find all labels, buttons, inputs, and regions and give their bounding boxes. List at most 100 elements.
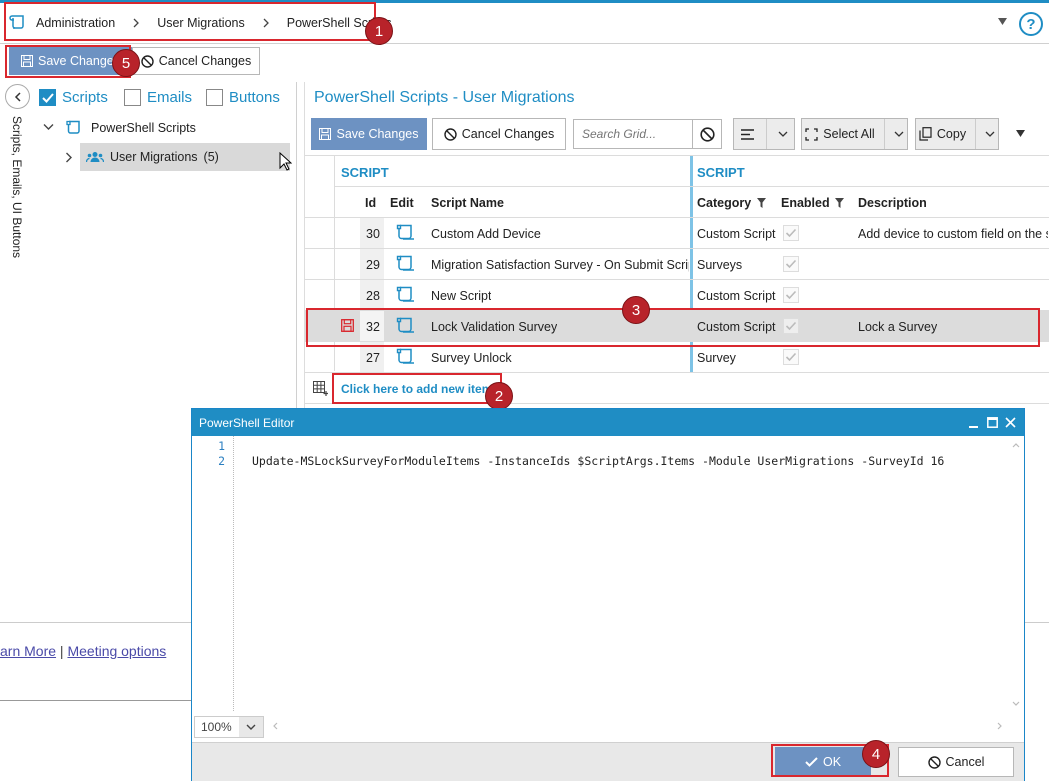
chevron-down-icon xyxy=(894,131,904,137)
column-header-category[interactable]: Category xyxy=(697,196,751,210)
column-header-enabled[interactable]: Enabled xyxy=(781,196,830,210)
dialog-cancel-button[interactable]: Cancel xyxy=(898,747,1014,777)
divider xyxy=(305,248,1049,249)
code-editor[interactable]: Update-MSLockSurveyForModuleItems -Insta… xyxy=(235,436,1008,711)
checkbox-checked-icon xyxy=(39,89,56,106)
row-script-name: New Script xyxy=(431,289,492,303)
filter-buttons-label: Buttons xyxy=(229,89,280,106)
column-header-id[interactable]: Id xyxy=(365,196,376,210)
horizontal-scrollbar[interactable] xyxy=(268,716,1008,736)
divider xyxy=(334,186,1049,187)
row-script-name: Survey Unlock xyxy=(431,351,512,365)
vertical-panel-label: Scripts, Emails, UI Buttons xyxy=(10,116,24,259)
row-script-name: Custom Add Device xyxy=(431,227,541,241)
enabled-checkbox[interactable] xyxy=(783,256,799,272)
row-category: Survey xyxy=(697,351,736,365)
grid-save-changes-button[interactable]: Save Changes xyxy=(311,118,427,150)
enabled-checkbox[interactable] xyxy=(783,349,799,365)
align-dropdown-button[interactable] xyxy=(733,118,795,150)
code-line: Update-MSLockSurveyForModuleItems -Insta… xyxy=(252,454,945,468)
more-options-icon[interactable] xyxy=(1016,130,1025,137)
line-number: 1 xyxy=(218,439,225,453)
line-number-gutter: 1 2 xyxy=(192,436,234,711)
row-category: Custom Script xyxy=(697,289,776,303)
annotation-badge-3: 3 xyxy=(622,296,650,324)
chevron-down-icon[interactable] xyxy=(43,123,54,131)
scroll-up-icon xyxy=(1012,443,1020,448)
filter-scripts[interactable]: Scripts xyxy=(39,89,108,106)
edit-script-icon[interactable] xyxy=(396,286,416,303)
filter-icon[interactable] xyxy=(757,198,766,208)
column-header-edit[interactable]: Edit xyxy=(390,196,414,210)
annotation-badge-1: 1 xyxy=(365,17,393,45)
chevron-down-icon xyxy=(239,717,263,737)
cancel-icon xyxy=(699,126,715,142)
edit-script-icon[interactable] xyxy=(396,348,416,365)
dropdown-arrow-icon[interactable] xyxy=(998,18,1007,25)
copy-button[interactable]: Copy xyxy=(915,118,999,150)
edit-script-icon[interactable] xyxy=(396,224,416,241)
select-all-icon xyxy=(805,127,818,141)
cancel-changes-button[interactable]: Cancel Changes xyxy=(132,47,260,75)
dialog-footer: OK Cancel xyxy=(192,742,1024,781)
column-header-description[interactable]: Description xyxy=(858,196,927,210)
grid-title: PowerShell Scripts - User Migrations xyxy=(314,89,575,106)
grid-cancel-changes-button[interactable]: Cancel Changes xyxy=(432,118,566,150)
column-header-script-name[interactable]: Script Name xyxy=(431,196,504,210)
divider xyxy=(1025,622,1049,623)
dialog-title-bar: PowerShell Editor xyxy=(192,409,1024,436)
meeting-options-link[interactable]: Meeting options xyxy=(67,643,166,659)
checkbox-icon xyxy=(124,89,141,106)
clear-search-button[interactable] xyxy=(692,119,722,149)
cancel-icon xyxy=(927,755,941,769)
edit-script-icon[interactable] xyxy=(396,255,416,272)
enabled-checkbox[interactable] xyxy=(783,225,799,241)
row-id: 30 xyxy=(366,227,380,241)
row-id: 28 xyxy=(366,289,380,303)
row-category: Surveys xyxy=(697,258,743,272)
enabled-checkbox[interactable] xyxy=(783,287,799,303)
chevron-right-icon[interactable] xyxy=(65,152,73,163)
filter-emails[interactable]: Emails xyxy=(124,89,192,106)
search-grid-input[interactable] xyxy=(573,119,693,149)
tree-item-powershell-scripts[interactable]: PowerShell Scripts xyxy=(66,120,196,135)
close-icon[interactable] xyxy=(1005,417,1016,428)
divider xyxy=(0,622,191,623)
filter-icon[interactable] xyxy=(835,198,844,208)
annotation-badge-5: 5 xyxy=(112,49,140,77)
select-all-button[interactable]: Select All xyxy=(801,118,908,150)
scroll-icon xyxy=(66,120,80,134)
tree-item-user-migrations[interactable]: User Migrations (5) xyxy=(80,143,290,171)
copy-icon xyxy=(919,127,932,141)
minimize-icon[interactable] xyxy=(968,418,979,429)
tree-child-label: User Migrations xyxy=(110,150,198,164)
link-separator: | xyxy=(59,643,64,659)
learn-more-link[interactable]: arn More xyxy=(0,643,56,659)
row-id: 27 xyxy=(366,351,380,365)
zoom-select[interactable]: 100% xyxy=(194,716,264,738)
vertical-scrollbar[interactable] xyxy=(1008,436,1024,711)
divider xyxy=(305,155,1049,156)
grid-cancel-label: Cancel Changes xyxy=(461,127,555,141)
filter-buttons[interactable]: Buttons xyxy=(206,89,280,106)
zoom-value: 100% xyxy=(201,720,232,734)
divider xyxy=(0,700,191,701)
scroll-right-icon xyxy=(997,722,1002,730)
cancel-icon xyxy=(444,127,457,141)
group-header-script: SCRIPT xyxy=(341,165,389,180)
help-icon[interactable]: ? xyxy=(1019,12,1043,36)
meeting-links: arn More | Meeting options xyxy=(0,643,166,659)
select-all-label: Select All xyxy=(823,127,875,141)
dialog-cancel-label: Cancel xyxy=(945,755,985,769)
scroll-left-icon xyxy=(273,722,278,730)
collapse-panel-button[interactable] xyxy=(5,84,30,109)
filter-emails-label: Emails xyxy=(147,89,193,106)
tree-root-label: PowerShell Scripts xyxy=(91,120,196,135)
annotation-badge-4: 4 xyxy=(862,740,890,768)
annotation-box-3 xyxy=(306,308,1040,347)
chevron-left-icon xyxy=(14,91,21,102)
dialog-title: PowerShell Editor xyxy=(199,416,295,430)
users-icon xyxy=(86,152,104,163)
powershell-editor-dialog: PowerShell Editor 1 2 Update-MSLockSurve… xyxy=(191,408,1025,781)
maximize-icon[interactable] xyxy=(987,417,998,428)
